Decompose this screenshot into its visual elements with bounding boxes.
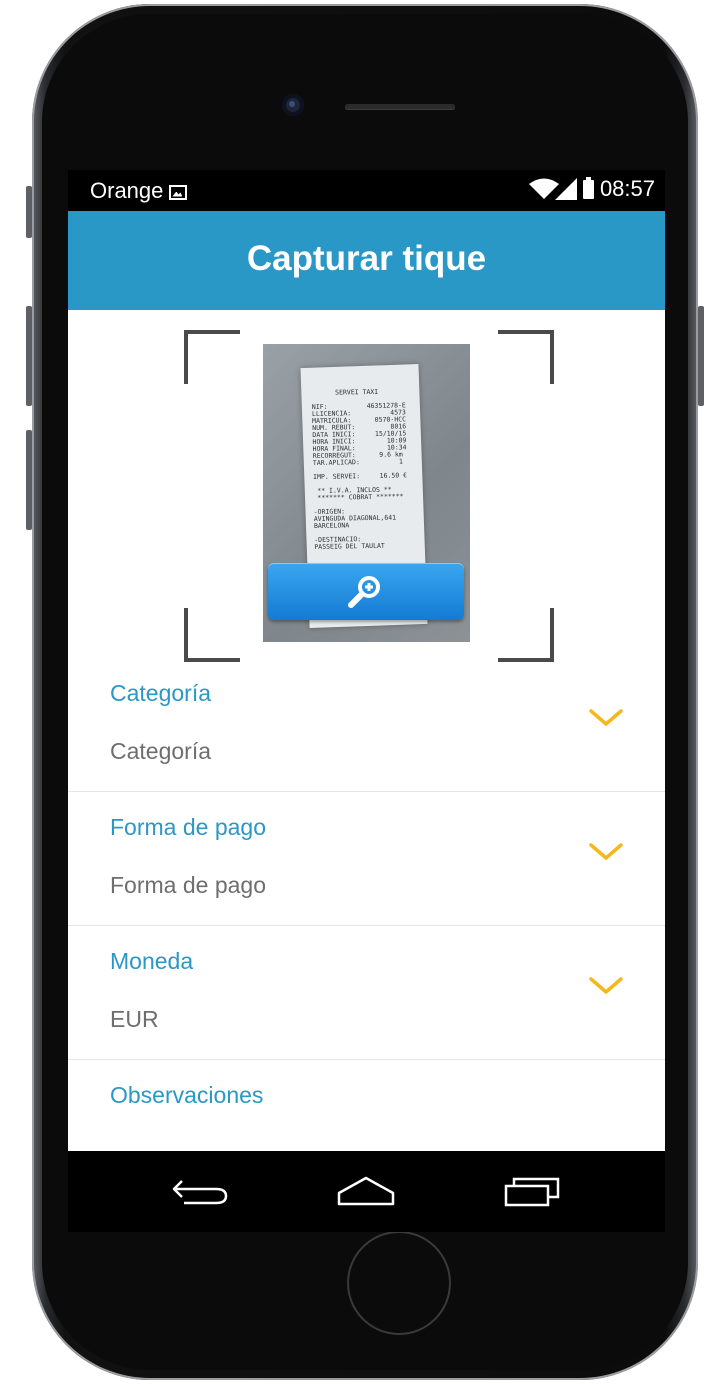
front-camera xyxy=(282,94,304,116)
chevron-down-icon[interactable] xyxy=(589,976,623,996)
navigation-bar xyxy=(68,1151,665,1232)
status-bar-right: 08:57 xyxy=(528,176,655,202)
recents-icon[interactable] xyxy=(502,1171,564,1211)
back-icon[interactable] xyxy=(168,1171,230,1211)
capture-frame-corner-bottom-right xyxy=(498,608,554,662)
hardware-home-button[interactable] xyxy=(347,1231,451,1335)
payment-method-value: Forma de pago xyxy=(110,872,266,898)
earpiece-speaker xyxy=(345,104,455,109)
clock: 08:57 xyxy=(599,176,655,201)
capture-frame-corner-top-right xyxy=(498,330,554,384)
power-button xyxy=(698,306,704,406)
capture-frame-corner-top-left xyxy=(184,330,240,384)
chevron-down-icon[interactable] xyxy=(589,842,623,862)
currency-label: Moneda xyxy=(110,948,194,974)
category-label: Categoría xyxy=(110,680,212,706)
currency-value: EUR xyxy=(110,1006,159,1032)
observations-label: Observaciones xyxy=(110,1082,264,1108)
payment-method-field[interactable]: Forma de pago Forma de pago xyxy=(68,792,665,926)
signal-icon xyxy=(554,178,577,200)
capture-frame-corner-bottom-left xyxy=(184,608,240,662)
currency-field[interactable]: Moneda EUR xyxy=(68,926,665,1060)
image-icon xyxy=(169,184,188,200)
status-bar-left: Orange xyxy=(90,178,188,204)
zoom-in-icon xyxy=(348,576,380,608)
app-screen: Orange 08:57 Capturar tique SERVEI TAXI … xyxy=(68,170,665,1232)
zoom-button[interactable] xyxy=(268,563,464,620)
receipt-text: SERVEI TAXI NIF: 46351278-E LLICENCIA: 4… xyxy=(311,387,408,551)
battery-icon xyxy=(582,176,594,199)
app-bar: Capturar tique xyxy=(68,211,665,310)
payment-method-label: Forma de pago xyxy=(110,814,266,840)
status-bar: Orange 08:57 xyxy=(68,170,665,211)
home-icon[interactable] xyxy=(336,1171,398,1211)
page-title: Capturar tique xyxy=(246,239,487,278)
category-field[interactable]: Categoría Categoría xyxy=(68,658,665,792)
carrier-name: Orange xyxy=(90,178,164,203)
chevron-down-icon[interactable] xyxy=(589,708,623,728)
category-value: Categoría xyxy=(110,738,212,764)
